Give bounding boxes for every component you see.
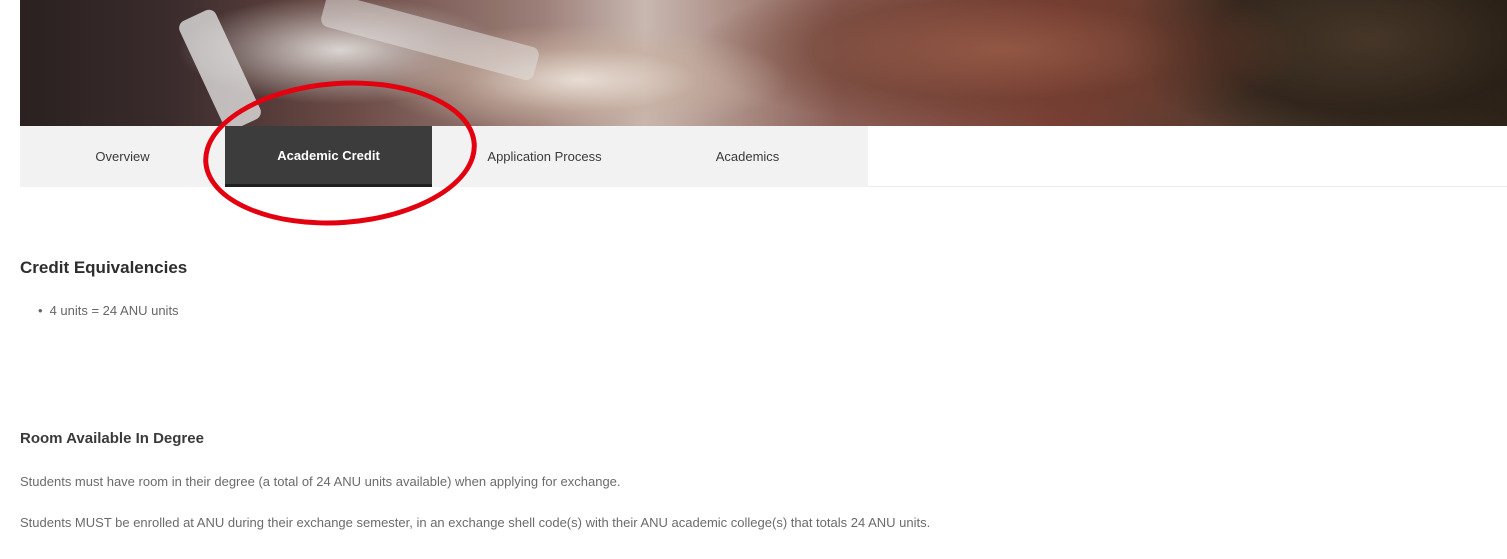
tab-overview[interactable]: Overview	[20, 126, 225, 187]
hero-highlight	[319, 0, 541, 82]
hero-highlight	[176, 7, 264, 126]
hero-banner-image	[20, 0, 1507, 126]
tab-application-process[interactable]: Application Process	[432, 126, 657, 187]
room-paragraph-1: Students must have room in their degree …	[20, 474, 621, 489]
page: Overview Academic Credit Application Pro…	[0, 0, 1507, 559]
credit-equivalencies-heading: Credit Equivalencies	[20, 258, 188, 277]
room-available-heading: Room Available In Degree	[20, 430, 204, 447]
credit-equivalencies-list: 4 units = 24 ANU units	[38, 303, 179, 318]
tab-bar-divider	[868, 186, 1507, 187]
list-item: 4 units = 24 ANU units	[38, 303, 179, 318]
room-paragraph-2: Students MUST be enrolled at ANU during …	[20, 515, 931, 530]
tab-bar: Overview Academic Credit Application Pro…	[20, 126, 868, 187]
tab-academics[interactable]: Academics	[657, 126, 838, 187]
tab-academic-credit[interactable]: Academic Credit	[225, 126, 432, 187]
